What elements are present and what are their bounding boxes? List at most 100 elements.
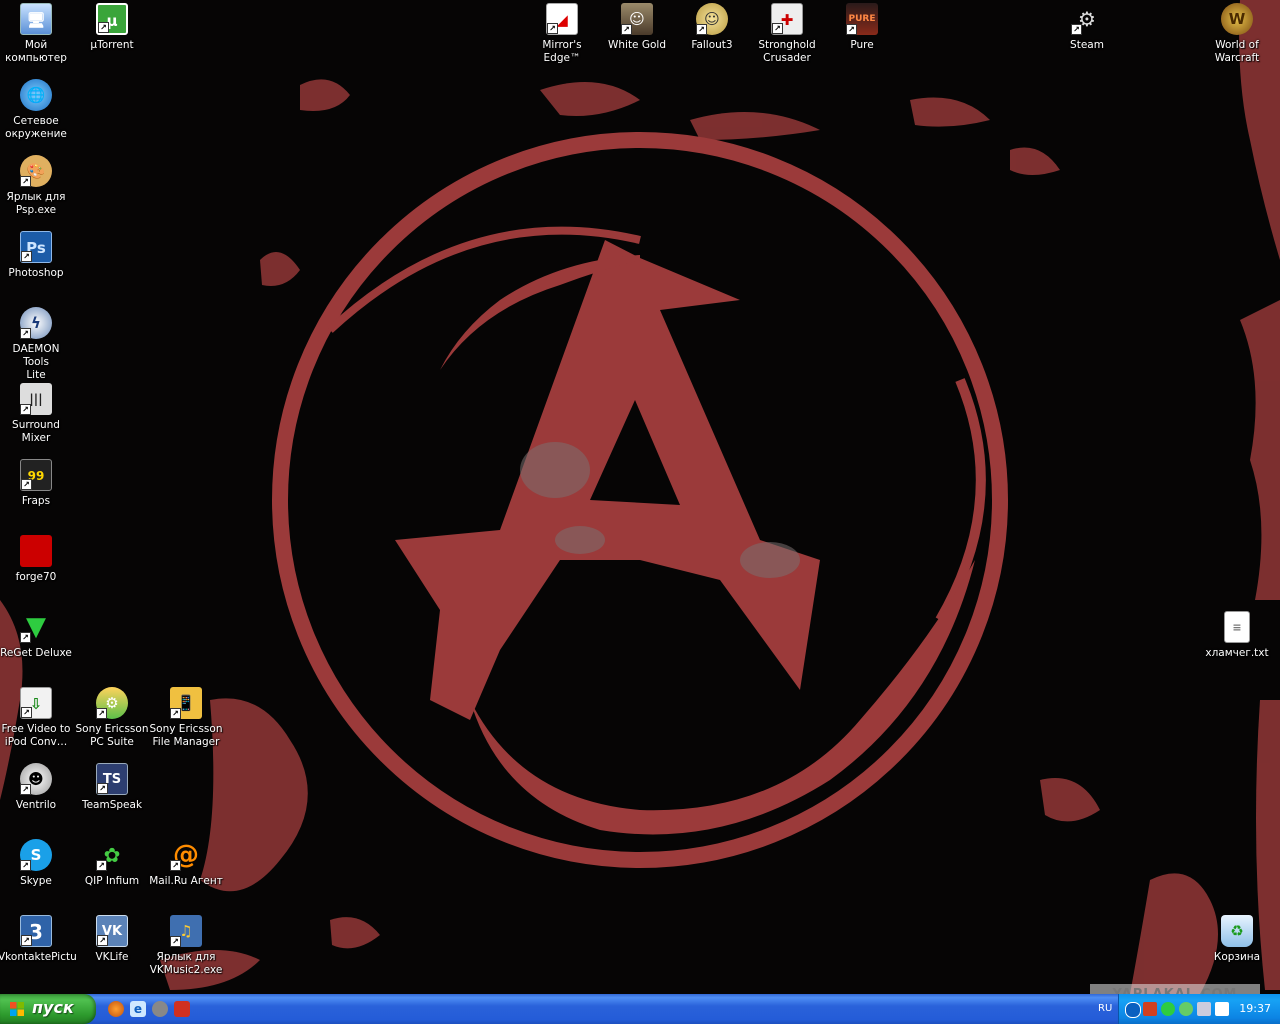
fraps-icon: 99 ↗ <box>20 459 52 491</box>
palette-icon: 🎨 ↗ <box>20 155 52 187</box>
desktop-icon-mailru[interactable]: @ ↗ Mail.Ru Агент <box>148 839 224 888</box>
icon-label: µTorrent <box>90 39 134 51</box>
desktop-icon-mirrors-edge[interactable]: ◢ ↗ Mirror's Edge™ <box>524 3 600 65</box>
icon-label: Ярлык для Psp.exe <box>6 191 66 216</box>
language-indicator[interactable]: RU <box>1098 1003 1112 1014</box>
desktop-icon-vklife[interactable]: VK ↗ VKLife <box>74 915 150 964</box>
forge-icon <box>20 535 52 567</box>
vkmusic-icon: ♫ ↗ <box>170 915 202 947</box>
steam-icon: ⚙ ↗ <box>1071 3 1103 35</box>
start-label: пуск <box>32 998 74 1017</box>
desktop-icon-free-video[interactable]: ⇩ ↗ Free Video to iPod Conv… <box>0 687 74 749</box>
desktop-icon-photoshop[interactable]: Ps ↗ Photoshop <box>0 231 74 280</box>
desktop-icon-psp[interactable]: 🎨 ↗ Ярлык для Psp.exe <box>0 155 74 217</box>
white-gold-icon: ☺ ↗ <box>621 3 653 35</box>
pc-suite-icon: ⚙ ↗ <box>96 687 128 719</box>
windows-logo-icon <box>10 1002 24 1016</box>
mailru-agent-icon: @ ↗ <box>170 839 202 871</box>
desktop-icon-wow[interactable]: W World of Warcraft <box>1199 3 1275 65</box>
stronghold-shield-icon: ✚ ↗ <box>771 3 803 35</box>
desktop-icon-fallout3[interactable]: ☺ ↗ Fallout3 <box>674 3 750 52</box>
desktop-icon-ventrilo[interactable]: ☻ ↗ Ventrilo <box>0 763 74 812</box>
icon-label: Stronghold Crusader <box>758 39 816 64</box>
mirrors-edge-icon: ◢ ↗ <box>546 3 578 35</box>
fallout3-icon: ☺ ↗ <box>696 3 728 35</box>
world-of-warcraft-icon: W <box>1221 3 1253 35</box>
desktop-icon-network[interactable]: 🌐 Сетевое окружение <box>0 79 74 141</box>
desktop-icon-vkontakte-pictures[interactable]: 3 ↗ VkontaktePictu <box>0 915 77 964</box>
desktop-icon-skype[interactable]: S ↗ Skype <box>0 839 74 888</box>
desktop-icon-white-gold[interactable]: ☺ ↗ White Gold <box>599 3 675 52</box>
icon-label: Fraps <box>21 495 51 507</box>
desktop[interactable]: 🖥 Мой компьютер µ ↗ µTorrent 🌐 Сетевое ок… <box>0 0 1280 994</box>
icon-label: White Gold <box>607 39 666 51</box>
tray-app-icon[interactable] <box>1143 1002 1157 1016</box>
app-icon[interactable] <box>174 1001 190 1017</box>
icon-label: Skype <box>20 875 52 887</box>
skype-icon: S ↗ <box>20 839 52 871</box>
desktop-icon-vkmusic[interactable]: ♫ ↗ Ярлык для VKMusic2.exe <box>148 915 224 977</box>
desktop-icon-utorrent[interactable]: µ ↗ µTorrent <box>74 3 150 52</box>
icon-label: Steam <box>1070 39 1104 51</box>
desktop-icon-recycle-bin[interactable]: ♻ Корзина <box>1199 915 1275 964</box>
system-tray: 19:37 <box>1118 994 1280 1024</box>
taskbar[interactable]: пуск e RU 19:37 <box>0 994 1280 1024</box>
desktop-icon-surround-mixer[interactable]: ||| ↗ Surround Mixer <box>0 383 74 445</box>
vkontakte-icon: 3 ↗ <box>20 915 52 947</box>
desktop-icon-steam[interactable]: ⚙ ↗ Steam <box>1049 3 1125 52</box>
vklife-icon: VK ↗ <box>96 915 128 947</box>
tray-qip-icon[interactable] <box>1161 1002 1175 1016</box>
steam-icon[interactable] <box>152 1001 168 1017</box>
icon-label: Fallout3 <box>691 39 733 51</box>
reget-icon: ▼ ↗ <box>20 611 52 643</box>
icon-label: Mail.Ru Агент <box>149 875 223 887</box>
tray-network-icon[interactable] <box>1197 1002 1211 1016</box>
icon-label: Сетевое окружение <box>5 115 67 140</box>
clock[interactable]: 19:37 <box>1239 1002 1271 1015</box>
desktop-icon-my-computer[interactable]: 🖥 Мой компьютер <box>0 3 74 65</box>
tray-icq-icon[interactable] <box>1179 1002 1193 1016</box>
icon-label: Photoshop <box>8 267 64 279</box>
desktop-icon-teamspeak[interactable]: TS ↗ TeamSpeak <box>74 763 150 812</box>
computer-icon: 🖥 <box>20 3 52 35</box>
desktop-icon-pure[interactable]: PURE ↗ Pure <box>824 3 900 52</box>
icon-label: хламчег.txt <box>1205 647 1269 659</box>
desktop-icon-se-pc-suite[interactable]: ⚙ ↗ Sony Ericsson PC Suite <box>74 687 150 749</box>
text-file-icon: ≡ <box>1224 611 1250 643</box>
utorrent-icon: µ ↗ <box>96 3 128 35</box>
desktop-icon-se-file-manager[interactable]: 📱 ↗ Sony Ericsson File Manager <box>148 687 224 749</box>
desktop-icon-stronghold[interactable]: ✚ ↗ Stronghold Crusader <box>749 3 825 65</box>
icon-label: Mirror's Edge™ <box>542 39 582 64</box>
icon-label: Мой компьютер <box>5 39 67 64</box>
ventrilo-icon: ☻ ↗ <box>20 763 52 795</box>
desktop-icon-forge70[interactable]: forge70 <box>0 535 74 584</box>
video-converter-icon: ⇩ ↗ <box>20 687 52 719</box>
mixer-icon: ||| ↗ <box>20 383 52 415</box>
icon-label: Ярлык для VKMusic2.exe <box>149 951 223 976</box>
desktop-icon-qip[interactable]: ✿ ↗ QIP Infium <box>74 839 150 888</box>
icon-label: forge70 <box>15 571 57 583</box>
desktop-icon-hlamcher-txt[interactable]: ≡ хламчег.txt <box>1199 611 1275 660</box>
tray-expand-icon[interactable] <box>1125 1002 1141 1018</box>
desktop-icon-fraps[interactable]: 99 ↗ Fraps <box>0 459 74 508</box>
icon-label: World of Warcraft <box>1214 39 1260 64</box>
ie-icon[interactable]: e <box>130 1001 146 1017</box>
pure-icon: PURE ↗ <box>846 3 878 35</box>
icon-label: Surround Mixer <box>12 419 60 444</box>
daemon-tools-icon: ϟ ↗ <box>20 307 52 339</box>
qip-icon: ✿ ↗ <box>96 839 128 871</box>
icon-label: DAEMON Tools Lite <box>12 343 60 381</box>
icon-label: VKLife <box>95 951 129 963</box>
icon-label: Pure <box>850 39 874 51</box>
recycle-bin-icon: ♻ <box>1221 915 1253 947</box>
icon-label: ReGet Deluxe <box>0 647 72 659</box>
network-icon: 🌐 <box>20 79 52 111</box>
tray-volume-icon[interactable] <box>1215 1002 1229 1016</box>
start-button[interactable]: пуск <box>0 994 96 1024</box>
firefox-icon[interactable] <box>108 1001 124 1017</box>
desktop-icon-daemon-tools[interactable]: ϟ ↗ DAEMON Tools Lite <box>0 307 74 382</box>
desktop-icon-reget[interactable]: ▼ ↗ ReGet Deluxe <box>0 611 74 660</box>
icon-label: VkontaktePictu <box>0 951 77 963</box>
photoshop-icon: Ps ↗ <box>20 231 52 263</box>
icon-label: Ventrilo <box>15 799 57 811</box>
